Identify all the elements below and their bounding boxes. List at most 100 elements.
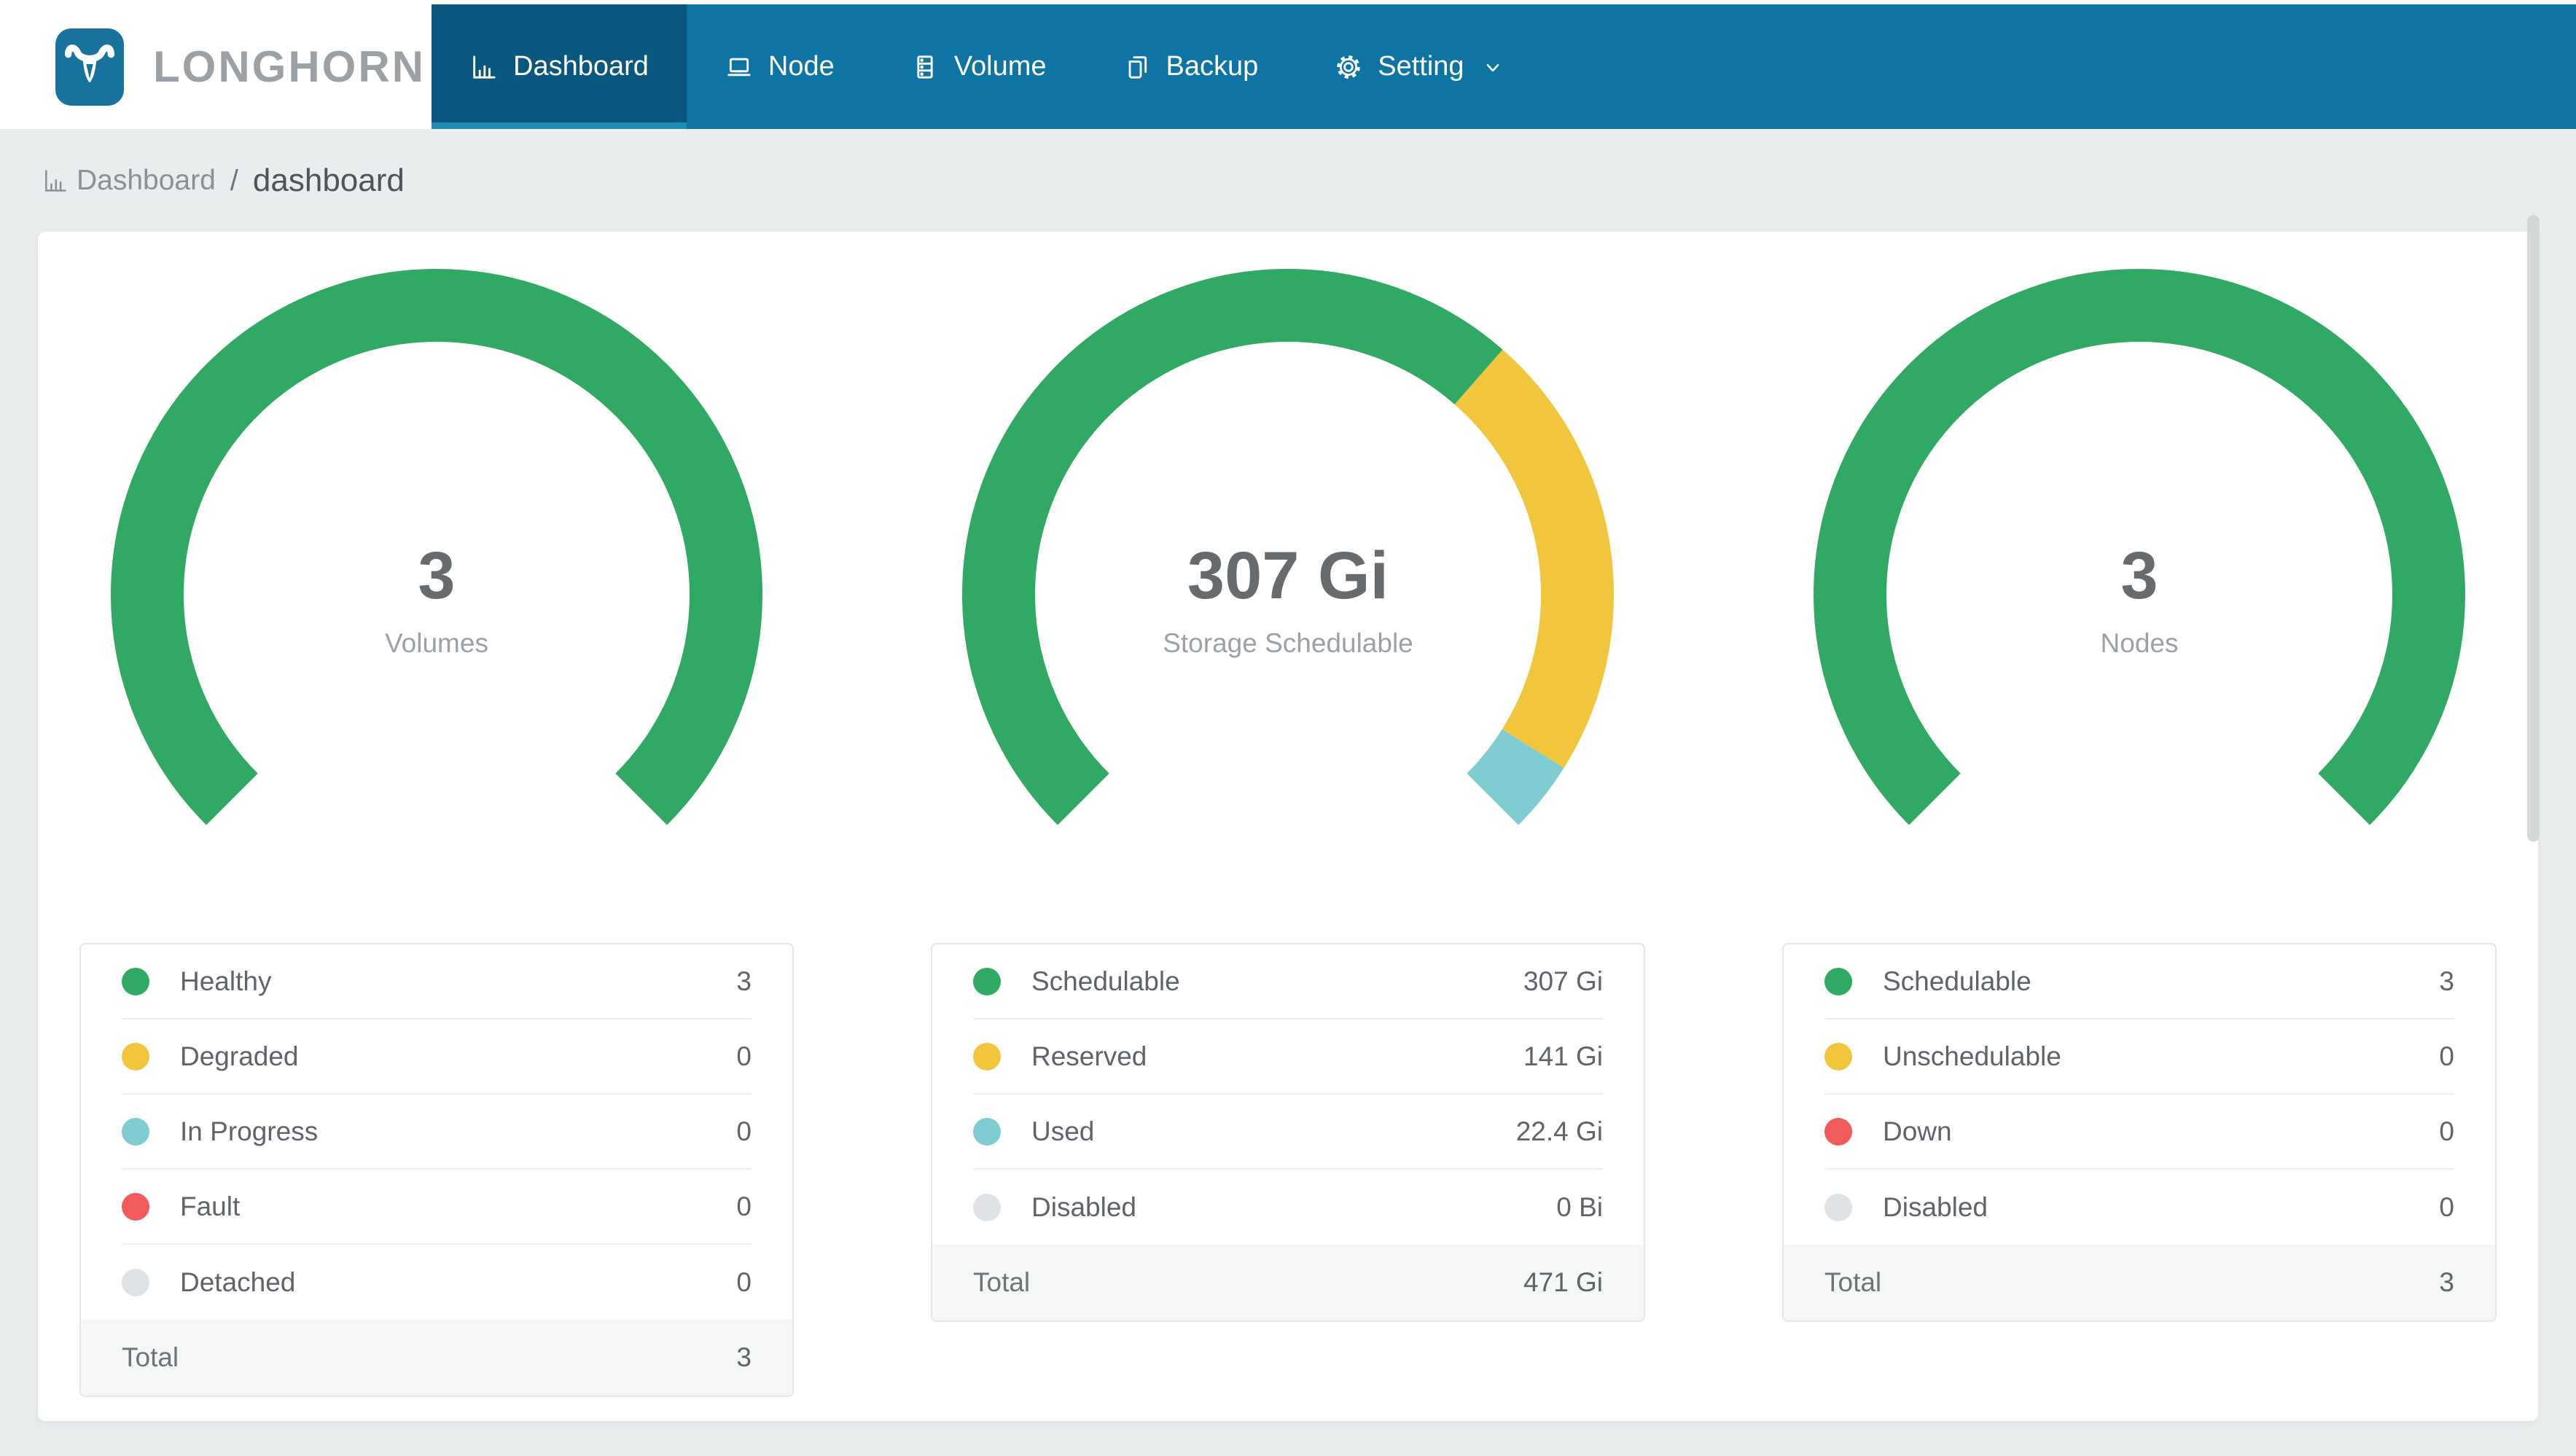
total-value: 471 Gi [1523, 1267, 1603, 1297]
navbar: LONGHORN Dashboard Node Volume Backup Se… [0, 4, 2576, 129]
table-row: Schedulable 307 Gi [973, 944, 1603, 1019]
row-value: 141 Gi [1523, 1041, 1603, 1071]
bar-chart-icon [45, 170, 66, 192]
row-label: Down [1883, 1116, 1952, 1146]
nav-item-backup[interactable]: Backup [1085, 4, 1297, 129]
breadcrumb: Dashboard / dashboard [42, 162, 405, 200]
table-row: Disabled 0 [1824, 1170, 2454, 1245]
row-label: Disabled [1031, 1191, 1136, 1222]
legend-dot [1824, 967, 1852, 995]
legend-dot [122, 1117, 149, 1146]
nodes-legend-table: Schedulable 3 Unschedulable 0 Down 0 Dis… [1782, 943, 2497, 1322]
row-label: In Progress [180, 1116, 319, 1146]
row-value: 0 [736, 1267, 752, 1297]
table-row: Healthy 3 [122, 944, 752, 1019]
row-value: 0 [2439, 1191, 2454, 1222]
table-total-row: Total 471 Gi [932, 1245, 1644, 1320]
legend-dot [973, 1042, 1001, 1071]
storage-legend-table: Schedulable 307 Gi Reserved 141 Gi Used … [931, 943, 1645, 1322]
storage-gauge: 307 Gi Storage Schedulable [960, 267, 1616, 857]
nav-item-dashboard[interactable]: Dashboard [432, 4, 687, 129]
gauge-arc [962, 269, 1614, 826]
nav-items: Dashboard Node Volume Backup Setting [432, 4, 1543, 129]
nav-item-volume[interactable]: Volume [873, 4, 1085, 129]
row-value: 0 [2439, 1116, 2454, 1146]
total-label: Total [1824, 1267, 1882, 1297]
logo[interactable]: LONGHORN [0, 4, 432, 129]
nav-item-label: Volume [953, 51, 1047, 82]
legend-dot [973, 967, 1001, 995]
row-label: Schedulable [1883, 966, 2031, 996]
table-total-row: Total 3 [81, 1320, 792, 1396]
copy-icon [1128, 55, 1147, 79]
chevron-down-icon [1486, 63, 1499, 71]
window-top-edge [0, 0, 2576, 4]
volumes-panel: 3 Volumes Healthy 3 Degraded 0 In Progre… [79, 267, 794, 1421]
row-value: 0 [736, 1191, 752, 1221]
row-label: Schedulable [1031, 966, 1180, 996]
row-label: Fault [180, 1191, 241, 1221]
storage-panel: 307 Gi Storage Schedulable Schedulable 3… [931, 267, 1645, 1421]
row-value: 0 [736, 1116, 752, 1146]
table-row: Disabled 0 Bi [973, 1170, 1603, 1245]
volumes-gauge: 3 Volumes [109, 267, 765, 857]
table-row: Unschedulable 0 [1824, 1019, 2454, 1095]
row-label: Healthy [180, 966, 272, 996]
row-label: Disabled [1883, 1191, 1988, 1222]
legend-dot [122, 1042, 149, 1071]
legend-dot [1824, 1042, 1852, 1071]
bar-chart-icon [473, 55, 496, 79]
logo-text: LONGHORN [153, 42, 426, 91]
legend-dot [122, 1268, 149, 1296]
row-value: 307 Gi [1523, 966, 1603, 996]
gauge-arc [1814, 269, 2465, 825]
table-row: Reserved 141 Gi [973, 1019, 1603, 1095]
total-label: Total [122, 1342, 179, 1372]
total-label: Total [973, 1267, 1031, 1297]
table-row: In Progress 0 [122, 1095, 752, 1170]
row-value: 0 Bi [1556, 1191, 1603, 1222]
nav-item-setting[interactable]: Setting [1296, 4, 1542, 129]
dashboard-card: 3 Volumes Healthy 3 Degraded 0 In Progre… [38, 232, 2538, 1421]
breadcrumb-current-page: dashboard [252, 163, 405, 198]
legend-dot [973, 1117, 1001, 1146]
gear-icon [1337, 55, 1361, 79]
table-row: Used 22.4 Gi [973, 1095, 1603, 1170]
volumes-legend-table: Healthy 3 Degraded 0 In Progress 0 Fault… [79, 943, 794, 1397]
table-row: Fault 0 [122, 1170, 752, 1245]
nodes-gauge: 3 Nodes [1811, 267, 2467, 857]
gauge-arc [111, 269, 762, 825]
nodes-panel: 3 Nodes Schedulable 3 Unschedulable 0 Do… [1782, 267, 2497, 1421]
longhorn-bull-icon [55, 28, 124, 106]
server-icon [917, 55, 933, 79]
row-value: 0 [736, 1041, 752, 1071]
table-row: Degraded 0 [122, 1019, 752, 1095]
row-label: Reserved [1031, 1041, 1147, 1071]
breadcrumb-section[interactable]: Dashboard [77, 165, 216, 197]
row-label: Detached [180, 1267, 296, 1297]
table-total-row: Total 3 [1784, 1245, 2495, 1320]
row-value: 0 [2439, 1041, 2454, 1071]
legend-dot [122, 967, 149, 995]
nav-item-node[interactable]: Node [687, 4, 873, 129]
row-value: 3 [2439, 966, 2454, 996]
total-value: 3 [736, 1342, 752, 1372]
total-value: 3 [2439, 1267, 2454, 1297]
laptop-icon [727, 58, 751, 76]
table-row: Schedulable 3 [1824, 944, 2454, 1019]
row-value: 22.4 Gi [1515, 1116, 1603, 1146]
table-row: Down 0 [1824, 1095, 2454, 1170]
legend-dot [973, 1193, 1001, 1221]
row-label: Used [1031, 1116, 1095, 1146]
nav-item-label: Backup [1166, 51, 1259, 82]
scrollbar-thumb[interactable] [2527, 215, 2540, 842]
row-label: Unschedulable [1883, 1041, 2061, 1071]
nav-item-label: Setting [1378, 51, 1464, 82]
row-label: Degraded [180, 1041, 299, 1071]
nav-item-label: Node [768, 51, 835, 82]
nav-item-label: Dashboard [513, 51, 649, 82]
legend-dot [1824, 1193, 1852, 1221]
row-value: 3 [736, 966, 752, 996]
legend-dot [1824, 1117, 1852, 1146]
table-row: Detached 0 [122, 1245, 752, 1320]
